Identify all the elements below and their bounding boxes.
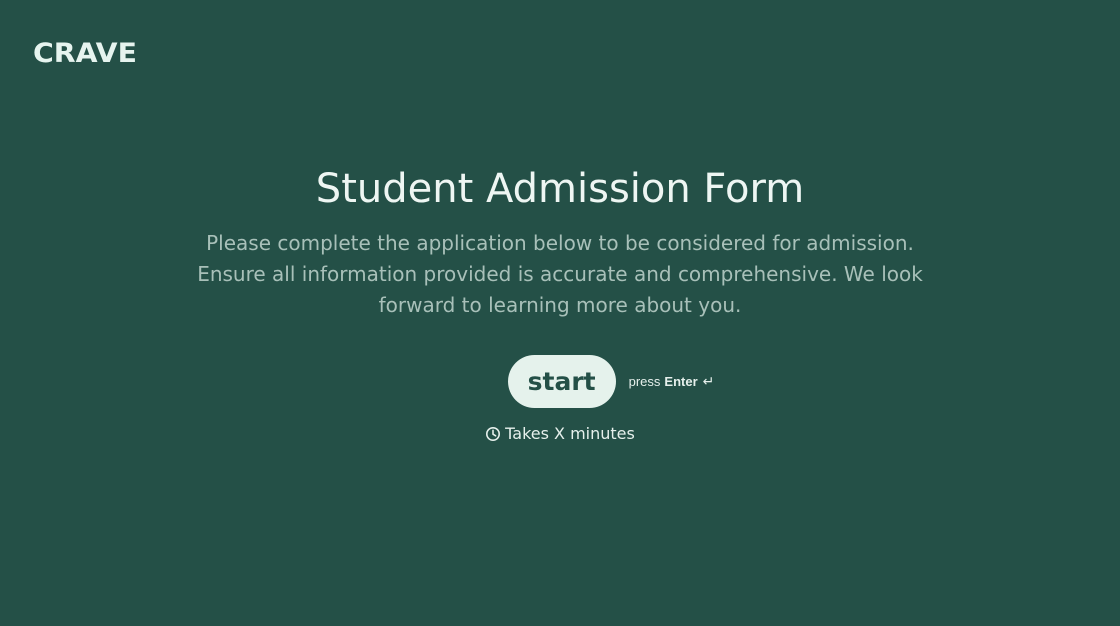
enter-key-hint: press Enter ↵ (629, 373, 715, 390)
hint-prefix: press (628, 374, 661, 389)
start-button[interactable]: start (507, 355, 616, 408)
form-title: Student Admission Form (315, 166, 805, 212)
time-estimate-text: Takes X minutes (505, 424, 635, 443)
time-estimate: Takes X minutes (0, 424, 1120, 443)
welcome-screen: Student Admission Form Please complete t… (0, 162, 1120, 443)
return-icon: ↵ (702, 373, 715, 389)
form-description: Please complete the application below to… (197, 231, 923, 317)
clock-icon (485, 426, 501, 442)
start-actions: start press Enter ↵ (0, 355, 1120, 408)
brand-logo: CRAVE (33, 38, 137, 69)
enter-key-label: Enter (664, 374, 698, 389)
